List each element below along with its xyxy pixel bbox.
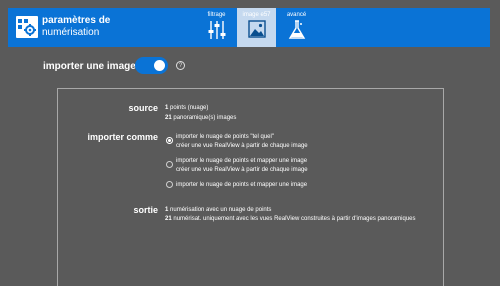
output-realview-line: 21 numérisat. uniquement avec les vues R… (165, 215, 416, 223)
tab-image-e57[interactable]: image e57 (237, 8, 276, 47)
tab-filtrage[interactable]: filtrage (197, 8, 236, 47)
sliders-icon (208, 21, 225, 39)
import-as-option-3-line1[interactable]: importer le nuage de points et mapper un… (176, 181, 307, 189)
source-images-text: panoramique(s) images (173, 115, 237, 121)
import-image-toggle[interactable] (135, 57, 168, 74)
output-label: sortie (133, 205, 158, 215)
toggle-knob (154, 60, 165, 71)
title-line-1: paramètres de (42, 15, 111, 26)
header-bar: paramètres de numérisation filtrage imag… (8, 8, 490, 47)
output-realview-count: 21 (165, 216, 172, 222)
import-as-option-2-line2: créer une vue RealView à partir de chaqu… (176, 167, 308, 173)
source-images-line: 21 panoramique(s) images (165, 114, 236, 122)
import-as-option-2-radio[interactable] (166, 161, 173, 168)
scan-settings-icon (16, 16, 38, 38)
output-realview-text: numérisat. uniquement avec les vues Real… (173, 216, 416, 222)
import-as-option-3-radio[interactable] (166, 181, 173, 188)
tab-avance[interactable]: avancé (277, 8, 316, 47)
flask-icon (288, 20, 305, 39)
source-points-count: 1 (165, 105, 169, 111)
source-points-text: points (nuage) (170, 105, 209, 111)
tab-filtrage-label: filtrage (207, 12, 226, 18)
source-points-line: 1 points (nuage) (165, 104, 208, 112)
output-scan-count: 1 (165, 207, 169, 213)
import-as-option-1-line2: créer une vue RealView à partir de chaqu… (176, 143, 308, 149)
import-image-label: importer une image (43, 61, 136, 72)
output-scan-text: numérisation avec un nuage de points (170, 207, 272, 213)
source-images-count: 21 (165, 115, 172, 121)
output-scan-line: 1 numérisation avec un nuage de points (165, 206, 271, 214)
source-label: source (128, 103, 158, 113)
help-icon[interactable]: ? (176, 61, 185, 70)
tab-avance-label: avancé (286, 12, 307, 18)
title-line-2: numérisation (42, 27, 100, 38)
import-as-label: importer comme (87, 132, 158, 142)
image-icon (247, 20, 266, 38)
page-title: paramètres de numérisation (42, 15, 110, 39)
import-as-option-1-radio[interactable] (166, 137, 173, 144)
tab-image-e57-label: image e57 (242, 12, 271, 18)
import-as-option-2-line1[interactable]: importer le nuage de points et mapper un… (176, 157, 307, 165)
import-as-option-1-line1[interactable]: importer le nuage de points "tel quel" (176, 133, 274, 141)
